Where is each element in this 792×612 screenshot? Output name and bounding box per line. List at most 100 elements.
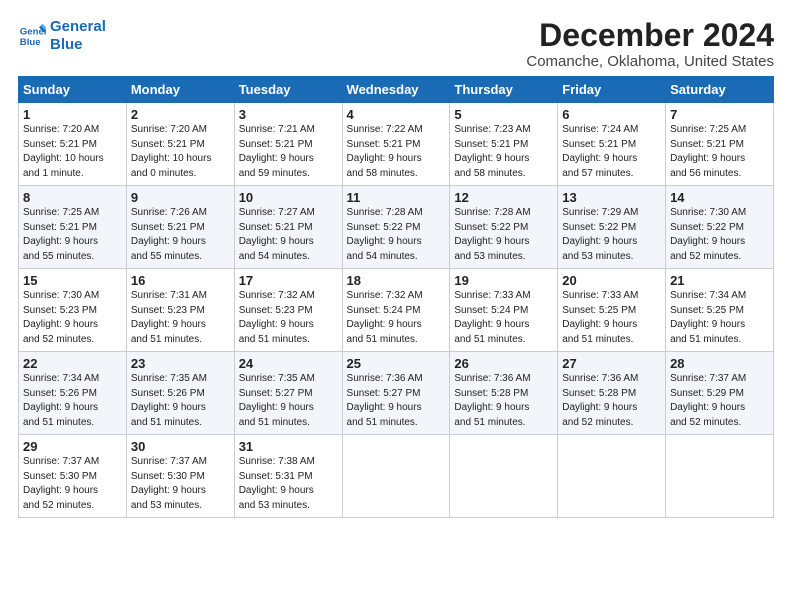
day-info: Sunrise: 7:30 AM Sunset: 5:22 PM Dayligh… [670, 206, 769, 264]
calendar-cell: 16Sunrise: 7:31 AM Sunset: 5:23 PM Dayli… [126, 269, 234, 352]
calendar-cell: 14Sunrise: 7:30 AM Sunset: 5:22 PM Dayli… [666, 186, 774, 269]
calendar-cell: 2Sunrise: 7:20 AM Sunset: 5:21 PM Daylig… [126, 103, 234, 186]
day-info: Sunrise: 7:20 AM Sunset: 5:21 PM Dayligh… [131, 123, 230, 181]
day-header-tuesday: Tuesday [234, 77, 342, 103]
calendar-cell: 17Sunrise: 7:32 AM Sunset: 5:23 PM Dayli… [234, 269, 342, 352]
day-number: 26 [454, 356, 553, 371]
calendar-cell: 5Sunrise: 7:23 AM Sunset: 5:21 PM Daylig… [450, 103, 558, 186]
day-number: 14 [670, 190, 769, 205]
calendar-cell: 7Sunrise: 7:25 AM Sunset: 5:21 PM Daylig… [666, 103, 774, 186]
day-number: 23 [131, 356, 230, 371]
calendar-cell: 1Sunrise: 7:20 AM Sunset: 5:21 PM Daylig… [19, 103, 127, 186]
calendar-table: SundayMondayTuesdayWednesdayThursdayFrid… [18, 76, 774, 518]
calendar-cell: 9Sunrise: 7:26 AM Sunset: 5:21 PM Daylig… [126, 186, 234, 269]
day-info: Sunrise: 7:33 AM Sunset: 5:24 PM Dayligh… [454, 289, 553, 347]
day-header-sunday: Sunday [19, 77, 127, 103]
day-number: 24 [239, 356, 338, 371]
logo-text: GeneralBlue [50, 18, 106, 54]
day-info: Sunrise: 7:31 AM Sunset: 5:23 PM Dayligh… [131, 289, 230, 347]
calendar-cell: 15Sunrise: 7:30 AM Sunset: 5:23 PM Dayli… [19, 269, 127, 352]
day-info: Sunrise: 7:22 AM Sunset: 5:21 PM Dayligh… [347, 123, 446, 181]
day-info: Sunrise: 7:28 AM Sunset: 5:22 PM Dayligh… [454, 206, 553, 264]
day-info: Sunrise: 7:25 AM Sunset: 5:21 PM Dayligh… [23, 206, 122, 264]
calendar-cell: 28Sunrise: 7:37 AM Sunset: 5:29 PM Dayli… [666, 352, 774, 435]
day-number: 21 [670, 273, 769, 288]
day-number: 30 [131, 439, 230, 454]
day-info: Sunrise: 7:25 AM Sunset: 5:21 PM Dayligh… [670, 123, 769, 181]
day-number: 15 [23, 273, 122, 288]
calendar-cell [450, 435, 558, 518]
day-info: Sunrise: 7:37 AM Sunset: 5:30 PM Dayligh… [131, 455, 230, 513]
day-number: 1 [23, 107, 122, 122]
day-info: Sunrise: 7:28 AM Sunset: 5:22 PM Dayligh… [347, 206, 446, 264]
day-info: Sunrise: 7:37 AM Sunset: 5:30 PM Dayligh… [23, 455, 122, 513]
day-info: Sunrise: 7:34 AM Sunset: 5:26 PM Dayligh… [23, 372, 122, 430]
day-info: Sunrise: 7:37 AM Sunset: 5:29 PM Dayligh… [670, 372, 769, 430]
calendar-body: 1Sunrise: 7:20 AM Sunset: 5:21 PM Daylig… [19, 103, 774, 518]
day-header-thursday: Thursday [450, 77, 558, 103]
day-header-friday: Friday [558, 77, 666, 103]
calendar-cell: 12Sunrise: 7:28 AM Sunset: 5:22 PM Dayli… [450, 186, 558, 269]
day-info: Sunrise: 7:35 AM Sunset: 5:27 PM Dayligh… [239, 372, 338, 430]
day-info: Sunrise: 7:33 AM Sunset: 5:25 PM Dayligh… [562, 289, 661, 347]
day-number: 10 [239, 190, 338, 205]
logo: General Blue GeneralBlue [18, 18, 106, 54]
calendar-cell: 4Sunrise: 7:22 AM Sunset: 5:21 PM Daylig… [342, 103, 450, 186]
day-info: Sunrise: 7:23 AM Sunset: 5:21 PM Dayligh… [454, 123, 553, 181]
calendar-cell [342, 435, 450, 518]
calendar-cell: 24Sunrise: 7:35 AM Sunset: 5:27 PM Dayli… [234, 352, 342, 435]
day-number: 3 [239, 107, 338, 122]
day-info: Sunrise: 7:36 AM Sunset: 5:28 PM Dayligh… [454, 372, 553, 430]
calendar-cell: 26Sunrise: 7:36 AM Sunset: 5:28 PM Dayli… [450, 352, 558, 435]
day-number: 2 [131, 107, 230, 122]
calendar-cell: 8Sunrise: 7:25 AM Sunset: 5:21 PM Daylig… [19, 186, 127, 269]
subtitle: Comanche, Oklahoma, United States [526, 53, 774, 70]
calendar-cell: 23Sunrise: 7:35 AM Sunset: 5:26 PM Dayli… [126, 352, 234, 435]
day-info: Sunrise: 7:21 AM Sunset: 5:21 PM Dayligh… [239, 123, 338, 181]
day-info: Sunrise: 7:32 AM Sunset: 5:24 PM Dayligh… [347, 289, 446, 347]
calendar-cell: 6Sunrise: 7:24 AM Sunset: 5:21 PM Daylig… [558, 103, 666, 186]
day-number: 6 [562, 107, 661, 122]
day-info: Sunrise: 7:20 AM Sunset: 5:21 PM Dayligh… [23, 123, 122, 181]
calendar-cell: 29Sunrise: 7:37 AM Sunset: 5:30 PM Dayli… [19, 435, 127, 518]
day-number: 20 [562, 273, 661, 288]
days-header-row: SundayMondayTuesdayWednesdayThursdayFrid… [19, 77, 774, 103]
day-number: 12 [454, 190, 553, 205]
day-info: Sunrise: 7:26 AM Sunset: 5:21 PM Dayligh… [131, 206, 230, 264]
calendar-cell: 13Sunrise: 7:29 AM Sunset: 5:22 PM Dayli… [558, 186, 666, 269]
day-number: 8 [23, 190, 122, 205]
day-number: 16 [131, 273, 230, 288]
header: General Blue GeneralBlue December 2024 C… [18, 18, 774, 70]
calendar-cell [558, 435, 666, 518]
day-number: 29 [23, 439, 122, 454]
day-number: 9 [131, 190, 230, 205]
calendar-cell: 3Sunrise: 7:21 AM Sunset: 5:21 PM Daylig… [234, 103, 342, 186]
day-number: 17 [239, 273, 338, 288]
day-number: 19 [454, 273, 553, 288]
day-header-monday: Monday [126, 77, 234, 103]
calendar-cell: 22Sunrise: 7:34 AM Sunset: 5:26 PM Dayli… [19, 352, 127, 435]
calendar-page: General Blue GeneralBlue December 2024 C… [0, 0, 792, 612]
day-number: 31 [239, 439, 338, 454]
calendar-cell: 20Sunrise: 7:33 AM Sunset: 5:25 PM Dayli… [558, 269, 666, 352]
day-info: Sunrise: 7:24 AM Sunset: 5:21 PM Dayligh… [562, 123, 661, 181]
day-header-wednesday: Wednesday [342, 77, 450, 103]
day-number: 22 [23, 356, 122, 371]
svg-text:Blue: Blue [20, 37, 41, 48]
day-info: Sunrise: 7:32 AM Sunset: 5:23 PM Dayligh… [239, 289, 338, 347]
day-info: Sunrise: 7:38 AM Sunset: 5:31 PM Dayligh… [239, 455, 338, 513]
calendar-cell: 10Sunrise: 7:27 AM Sunset: 5:21 PM Dayli… [234, 186, 342, 269]
calendar-cell: 27Sunrise: 7:36 AM Sunset: 5:28 PM Dayli… [558, 352, 666, 435]
day-info: Sunrise: 7:27 AM Sunset: 5:21 PM Dayligh… [239, 206, 338, 264]
day-info: Sunrise: 7:34 AM Sunset: 5:25 PM Dayligh… [670, 289, 769, 347]
day-number: 25 [347, 356, 446, 371]
day-info: Sunrise: 7:36 AM Sunset: 5:27 PM Dayligh… [347, 372, 446, 430]
day-header-saturday: Saturday [666, 77, 774, 103]
day-number: 13 [562, 190, 661, 205]
calendar-cell: 31Sunrise: 7:38 AM Sunset: 5:31 PM Dayli… [234, 435, 342, 518]
day-info: Sunrise: 7:30 AM Sunset: 5:23 PM Dayligh… [23, 289, 122, 347]
day-number: 18 [347, 273, 446, 288]
logo-icon: General Blue [18, 22, 46, 50]
day-number: 27 [562, 356, 661, 371]
day-number: 5 [454, 107, 553, 122]
